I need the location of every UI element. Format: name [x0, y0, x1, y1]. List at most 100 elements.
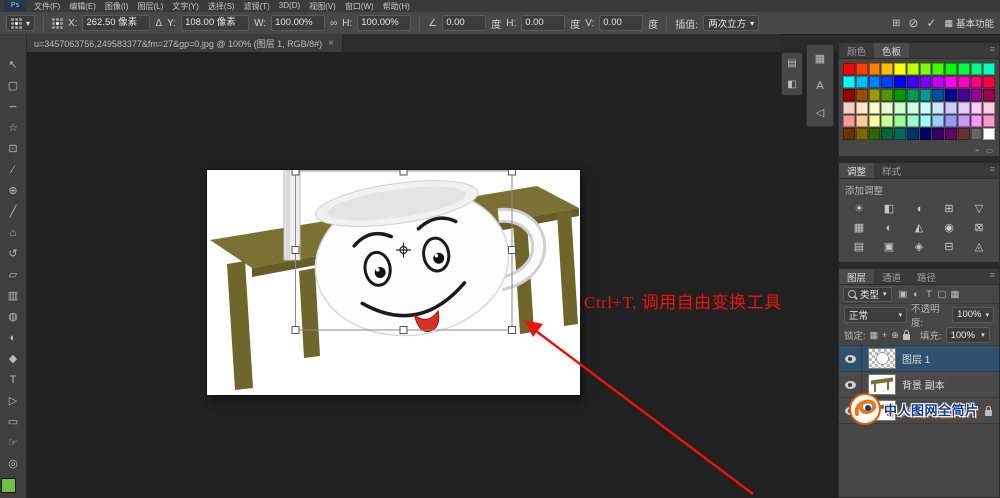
color-swatch-50[interactable]	[869, 115, 881, 127]
layer-row-0[interactable]: 图层 1	[839, 346, 999, 372]
menu-filter[interactable]: 滤镜(T)	[244, 1, 270, 12]
zoom-tool[interactable]: ◎	[1, 453, 25, 474]
color-swatch-30[interactable]	[920, 89, 932, 101]
foreground-color-swatch[interactable]	[1, 478, 16, 493]
color-swatch-21[interactable]	[958, 76, 970, 88]
color-swatch-56[interactable]	[945, 115, 957, 127]
tab-layers[interactable]: 图层	[839, 269, 874, 284]
color-swatch-42[interactable]	[920, 102, 932, 114]
tab-paths[interactable]: 路径	[909, 269, 944, 284]
layer-visibility-toggle[interactable]	[839, 346, 862, 371]
close-document-icon[interactable]: ×	[328, 38, 334, 49]
color-swatch-15[interactable]	[881, 76, 893, 88]
exposure-icon[interactable]: ⊞	[935, 200, 963, 217]
h-skew-input[interactable]: 0.00	[521, 15, 565, 31]
y-input[interactable]: 108.00 像素	[181, 15, 249, 31]
color-swatch-13[interactable]	[856, 76, 868, 88]
filter-adjustment-layers-icon[interactable]: ◐	[910, 289, 923, 300]
height-input[interactable]: 100.00%	[357, 15, 411, 31]
menu-3d[interactable]: 3D(D)	[279, 1, 300, 12]
color-swatch-32[interactable]	[945, 89, 957, 101]
history-brush-tool[interactable]: ↺	[1, 243, 25, 264]
color-swatch-69[interactable]	[958, 128, 970, 140]
color-swatch-19[interactable]	[932, 76, 944, 88]
color-swatch-41[interactable]	[907, 102, 919, 114]
fill-input[interactable]: 100%▾	[946, 327, 990, 343]
color-swatch-28[interactable]	[894, 89, 906, 101]
angle-input[interactable]: 0.00	[442, 15, 486, 31]
tab-swatches[interactable]: 色板	[874, 43, 909, 58]
x-input[interactable]: 262.50 像素	[82, 15, 150, 31]
color-swatch-22[interactable]	[971, 76, 983, 88]
marquee-tool[interactable]: ▢	[1, 75, 25, 96]
color-swatch-1[interactable]	[856, 63, 868, 75]
color-swatch-47[interactable]	[983, 102, 995, 114]
invert-icon[interactable]: ▤	[845, 238, 873, 255]
color-swatch-53[interactable]	[907, 115, 919, 127]
color-swatch-46[interactable]	[971, 102, 983, 114]
tab-color[interactable]: 颜色	[839, 43, 874, 58]
color-swatch-59[interactable]	[983, 115, 995, 127]
color-swatch-68[interactable]	[945, 128, 957, 140]
eyedropper-tool[interactable]: ⁄	[1, 159, 25, 180]
collapsed-properties-panel-icon[interactable]: ◧	[782, 74, 802, 95]
layer-filter-kind-select[interactable]: 类型 ▾	[843, 287, 892, 302]
threshold-icon[interactable]: ◈	[905, 238, 933, 255]
panel-menu-icon[interactable]: ≡	[990, 270, 995, 280]
color-swatch-62[interactable]	[869, 128, 881, 140]
posterize-icon[interactable]: ▣	[875, 238, 903, 255]
dodge-tool[interactable]: ◐	[1, 327, 25, 348]
color-swatch-2[interactable]	[869, 63, 881, 75]
menu-type[interactable]: 文字(Y)	[172, 1, 199, 12]
menu-window[interactable]: 窗口(W)	[345, 1, 374, 12]
selective-color-icon[interactable]: ◬	[965, 238, 993, 255]
color-swatch-26[interactable]	[869, 89, 881, 101]
panel-menu-icon[interactable]: ≡	[990, 44, 995, 54]
color-swatch-65[interactable]	[907, 128, 919, 140]
color-swatch-6[interactable]	[920, 63, 932, 75]
color-swatch-44[interactable]	[945, 102, 957, 114]
tab-adjustments[interactable]: 调整	[839, 163, 874, 178]
lock-all-icon[interactable]	[903, 334, 910, 340]
color-swatch-70[interactable]	[971, 128, 983, 140]
healing-brush-tool[interactable]: ⊕	[1, 180, 25, 201]
color-swatch-49[interactable]	[856, 115, 868, 127]
tab-styles[interactable]: 样式	[874, 163, 909, 178]
color-swatch-34[interactable]	[971, 89, 983, 101]
commit-transform-button[interactable]: ✓	[926, 16, 936, 30]
v-skew-input[interactable]: 0.00	[599, 15, 643, 31]
color-swatch-37[interactable]	[856, 102, 868, 114]
color-swatch-61[interactable]	[856, 128, 868, 140]
collapsed-swatches-panel-icon[interactable]: ▦	[807, 45, 833, 72]
filter-type-layers-icon[interactable]: T	[923, 289, 936, 300]
color-swatch-9[interactable]	[958, 63, 970, 75]
color-swatch-25[interactable]	[856, 89, 868, 101]
gradient-tool[interactable]: ▥	[1, 285, 25, 306]
color-swatch-23[interactable]	[983, 76, 995, 88]
color-swatch-8[interactable]	[945, 63, 957, 75]
color-swatch-45[interactable]	[958, 102, 970, 114]
color-swatch-55[interactable]	[932, 115, 944, 127]
color-swatch-54[interactable]	[920, 115, 932, 127]
lasso-tool[interactable]: ∽	[1, 96, 25, 117]
eraser-tool[interactable]: ▱	[1, 264, 25, 285]
interpolation-select[interactable]: 两次立方▾	[703, 15, 759, 31]
vibrance-icon[interactable]: ▽	[965, 200, 993, 217]
reference-point-locator[interactable]	[52, 18, 63, 29]
panel-menu-icon[interactable]: ≡	[990, 164, 995, 174]
brush-tool[interactable]: ╱	[1, 201, 25, 222]
color-swatch-14[interactable]	[869, 76, 881, 88]
crop-tool[interactable]: ⊡	[1, 138, 25, 159]
lock-pixels-icon[interactable]: +	[882, 330, 887, 340]
menu-image[interactable]: 图像(I)	[105, 1, 129, 12]
color-swatch-40[interactable]	[894, 102, 906, 114]
lock-transparency-icon[interactable]: ▦	[870, 330, 879, 341]
color-swatch-12[interactable]	[843, 76, 855, 88]
workspace-switcher[interactable]: ▦基本功能	[944, 16, 994, 30]
clone-stamp-tool[interactable]: ⌂	[1, 222, 25, 243]
hand-tool[interactable]: ☞	[1, 432, 25, 453]
color-swatch-29[interactable]	[907, 89, 919, 101]
color-swatch-58[interactable]	[971, 115, 983, 127]
collapsed-paragraph-panel-icon[interactable]: ◁	[807, 99, 833, 126]
menu-help[interactable]: 帮助(H)	[383, 1, 410, 12]
